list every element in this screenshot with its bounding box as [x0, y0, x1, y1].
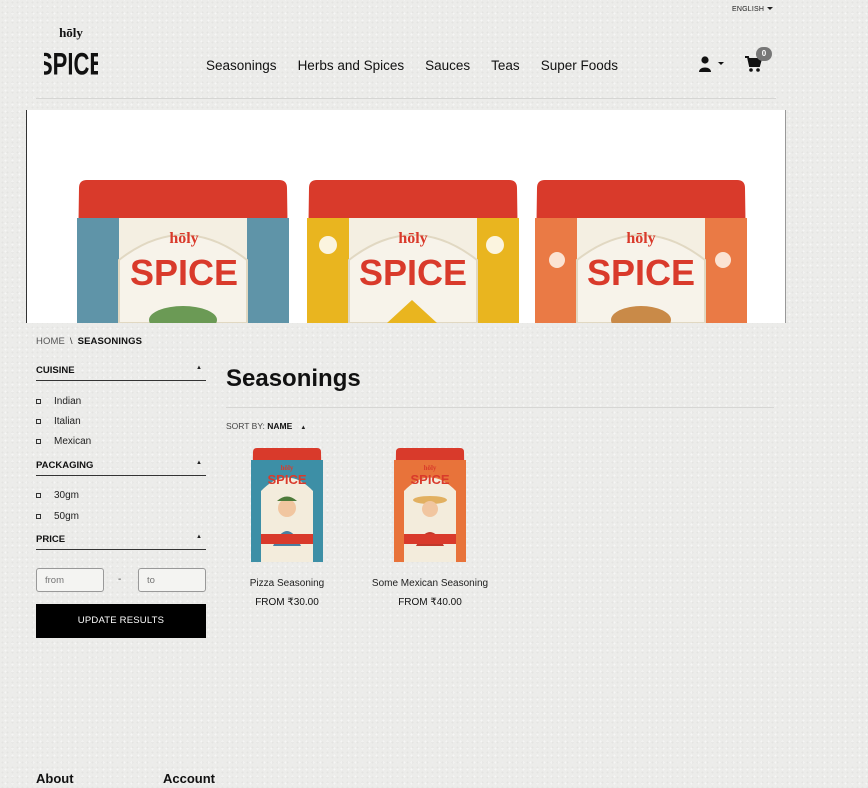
filter-option-label: Indian [54, 396, 82, 407]
filter-price-label: PRICE [36, 534, 66, 545]
title-divider [226, 407, 774, 408]
svg-text:hōly: hōly [424, 464, 437, 472]
product-price: FROM ₹30.00 [255, 597, 319, 608]
breadcrumb-home[interactable]: HOME [36, 336, 65, 347]
page-title: Seasonings [226, 365, 361, 392]
banner-image: hōly SPICE hōly SPICE hōly SPICE [77, 180, 747, 323]
svg-text:SPICE: SPICE [267, 472, 306, 487]
filter-packaging-header[interactable]: PACKAGING ▲ [36, 460, 206, 476]
account-menu[interactable] [698, 55, 726, 73]
product-image[interactable]: hōly SPICE [390, 446, 470, 564]
svg-text:hōly: hōly [281, 464, 294, 472]
breadcrumb-separator: \ [69, 336, 73, 347]
chevron-down-icon [767, 7, 774, 10]
filter-option-30gm[interactable]: 30gm [36, 490, 79, 501]
filter-cuisine-label: CUISINE [36, 365, 75, 376]
breadcrumb-current: SEASONINGS [77, 336, 143, 347]
language-selector[interactable]: ENGLISH [732, 6, 774, 13]
logo[interactable]: hōly SPICE [38, 24, 104, 82]
filter-packaging-label: PACKAGING [36, 460, 94, 471]
product-card[interactable]: hōly SPICE Pizza Seasoning FROM ₹30.00 [222, 446, 352, 608]
breadcrumb: HOME \ SEASONINGS [36, 336, 142, 347]
svg-text:hōly: hōly [169, 230, 198, 247]
checkbox-icon[interactable] [36, 419, 41, 424]
svg-text:SPICE: SPICE [359, 252, 467, 293]
update-results-button[interactable]: UPDATE RESULTS [36, 604, 206, 638]
collapse-icon: ▲ [196, 365, 202, 371]
hero-banner: hōly SPICE hōly SPICE hōly SPICE [26, 110, 786, 323]
language-label: ENGLISH [732, 6, 765, 13]
svg-text:SPICE: SPICE [587, 252, 695, 293]
nav-super-foods[interactable]: Super Foods [541, 58, 618, 73]
cart-count-badge: 0 [756, 47, 772, 61]
checkbox-icon[interactable] [36, 439, 41, 444]
checkbox-icon[interactable] [36, 493, 41, 498]
filter-price-header[interactable]: PRICE ▲ [36, 534, 206, 550]
filter-option-italian[interactable]: Italian [36, 416, 81, 427]
nav-teas[interactable]: Teas [491, 58, 520, 73]
filter-option-50gm[interactable]: 50gm [36, 511, 79, 522]
footer-account-heading: Account [163, 771, 215, 786]
filter-option-mexican[interactable]: Mexican [36, 436, 91, 447]
nav-sauces[interactable]: Sauces [425, 58, 470, 73]
filter-option-indian[interactable]: Indian [36, 396, 81, 407]
collapse-icon: ▲ [196, 460, 202, 466]
product-name[interactable]: Pizza Seasoning [222, 578, 352, 589]
svg-text:hōly: hōly [59, 25, 83, 40]
product-price: FROM ₹40.00 [398, 597, 462, 608]
user-icon [699, 56, 724, 72]
pack-blue: hōly SPICE [77, 180, 289, 323]
sort-value: NAME [267, 421, 293, 431]
price-to-input[interactable] [138, 568, 206, 592]
header-divider [36, 98, 776, 99]
sort-direction-icon[interactable]: ▲ [300, 425, 306, 431]
main-nav: Seasonings Herbs and Spices Sauces Teas … [206, 58, 639, 73]
price-from-input[interactable] [36, 568, 104, 592]
nav-seasonings[interactable]: Seasonings [206, 58, 277, 73]
svg-text:SPICE: SPICE [410, 472, 449, 487]
pack-yellow: hōly SPICE [307, 180, 519, 323]
collapse-icon: ▲ [196, 534, 202, 540]
filter-option-label: Mexican [54, 436, 92, 447]
filter-option-label: Italian [54, 416, 81, 427]
filter-cuisine-header[interactable]: CUISINE ▲ [36, 365, 206, 381]
nav-herbs-and-spices[interactable]: Herbs and Spices [298, 58, 405, 73]
checkbox-icon[interactable] [36, 514, 41, 519]
footer-about-heading: About [36, 771, 74, 786]
checkbox-icon[interactable] [36, 399, 41, 404]
product-card[interactable]: hōly SPICE Some Mexican Seasoning FROM ₹… [365, 446, 495, 608]
svg-text:hōly: hōly [626, 230, 655, 247]
filter-option-label: 30gm [54, 490, 80, 501]
filter-option-label: 50gm [54, 511, 80, 522]
svg-text:SPICE: SPICE [44, 46, 98, 82]
sort-label: SORT BY: [226, 421, 265, 431]
svg-text:hōly: hōly [398, 230, 427, 247]
product-image[interactable]: hōly SPICE [247, 446, 327, 564]
svg-text:SPICE: SPICE [130, 252, 238, 293]
pack-orange: hōly SPICE [535, 180, 747, 323]
sort-control[interactable]: SORT BY: NAME ▲ [226, 421, 306, 431]
product-name[interactable]: Some Mexican Seasoning [365, 578, 495, 589]
price-separator: - [118, 574, 122, 585]
